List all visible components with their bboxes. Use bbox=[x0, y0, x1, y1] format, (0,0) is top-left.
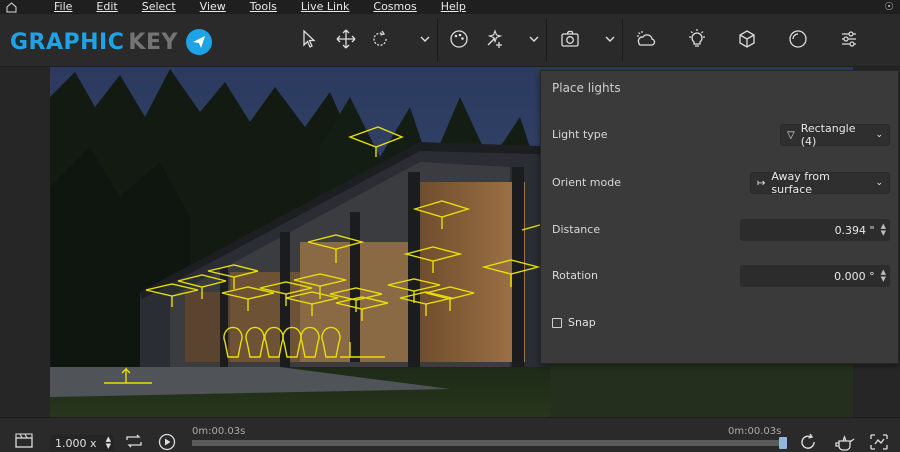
toolbar-divider bbox=[546, 18, 547, 62]
teapot-icon[interactable] bbox=[834, 432, 856, 452]
left-side-panel bbox=[0, 67, 50, 417]
speed-spinner[interactable]: ▲ ▼ bbox=[106, 436, 111, 450]
light-type-label: Light type bbox=[552, 128, 608, 141]
menu-edit[interactable]: Edit bbox=[84, 0, 129, 14]
rotation-label: Rotation bbox=[552, 269, 599, 282]
material-palette-icon[interactable] bbox=[444, 24, 474, 54]
move-icon[interactable] bbox=[331, 24, 361, 54]
rotation-spinner[interactable]: ▲ ▼ bbox=[881, 269, 886, 283]
menu-tools[interactable]: Tools bbox=[238, 0, 289, 14]
rotation-input[interactable]: 0.000 ° ▲ ▼ bbox=[740, 265, 890, 287]
snap-checkbox-row[interactable]: Snap bbox=[552, 316, 596, 329]
watermark-logo: GRAPHIC KEY bbox=[10, 28, 212, 56]
cube-icon[interactable] bbox=[732, 24, 762, 54]
chevron-down-icon: ⌄ bbox=[875, 130, 883, 140]
timeline-bar: 1.000 x ▲ ▼ 0m:00.03s 0m:00.03s bbox=[0, 417, 900, 451]
toolbar-divider bbox=[437, 18, 438, 62]
distance-input[interactable]: 0.394 " ▲ ▼ bbox=[740, 219, 890, 241]
sliders-icon[interactable] bbox=[834, 24, 864, 54]
orient-arrow-icon: ↦ bbox=[757, 177, 766, 189]
rotation-value: 0.000 ° bbox=[834, 269, 875, 283]
playback-speed-field[interactable]: 1.000 x ▲ ▼ bbox=[50, 435, 114, 451]
funnel-icon: ▽ bbox=[787, 129, 795, 141]
toolbar-divider bbox=[622, 18, 623, 62]
snap-label: Snap bbox=[568, 316, 596, 329]
distance-value: 0.394 " bbox=[834, 223, 875, 237]
menu-live-link[interactable]: Live Link bbox=[289, 0, 362, 14]
light-type-dropdown[interactable]: ▽ Rectangle (4) ⌄ bbox=[780, 122, 890, 148]
menu-select[interactable]: Select bbox=[130, 0, 188, 14]
paper-plane-icon bbox=[185, 29, 212, 55]
logo-text-key: KEY bbox=[128, 29, 178, 55]
timeline-start-time: 0m:00.03s bbox=[192, 426, 246, 437]
camera-icon[interactable] bbox=[555, 24, 585, 54]
chevron-down-icon[interactable] bbox=[519, 24, 549, 54]
select-arrow-icon[interactable] bbox=[294, 24, 324, 54]
camera-path-icon[interactable] bbox=[868, 432, 890, 452]
timeline-playhead[interactable] bbox=[779, 437, 788, 449]
lighting-env-icon[interactable] bbox=[630, 24, 660, 54]
light-bulb-icon[interactable] bbox=[682, 24, 712, 54]
snap-checkbox[interactable] bbox=[552, 317, 562, 328]
place-lights-panel: Place lights Light type ▽ Rectangle (4) … bbox=[540, 70, 899, 364]
circle-icon[interactable] bbox=[783, 24, 813, 54]
orient-mode-label: Orient mode bbox=[552, 176, 621, 189]
menu-help[interactable]: Help bbox=[429, 0, 478, 14]
menu-cosmos[interactable]: Cosmos bbox=[361, 0, 428, 14]
menu-file[interactable]: File bbox=[42, 0, 84, 14]
logo-text-graphic: GRAPHIC bbox=[10, 29, 125, 55]
menu-bar: File Edit Select View Tools Live Link Co… bbox=[0, 0, 900, 14]
rotate-icon[interactable] bbox=[365, 24, 395, 54]
home-icon[interactable] bbox=[0, 0, 22, 14]
panel-title: Place lights bbox=[552, 81, 621, 95]
clapperboard-icon[interactable] bbox=[14, 432, 34, 448]
timeline-track[interactable] bbox=[192, 437, 788, 449]
chevron-down-icon: ⌄ bbox=[875, 178, 883, 188]
playback-speed-value: 1.000 x bbox=[55, 436, 97, 450]
play-icon[interactable] bbox=[158, 433, 176, 451]
loop-icon[interactable] bbox=[124, 434, 144, 448]
refresh-icon[interactable] bbox=[798, 432, 818, 452]
menu-view[interactable]: View bbox=[188, 0, 238, 14]
toolbar: GRAPHIC KEY bbox=[0, 14, 900, 67]
chevron-down-icon[interactable] bbox=[410, 24, 440, 54]
distance-label: Distance bbox=[552, 223, 601, 236]
orient-mode-value: Away from surface bbox=[771, 170, 830, 196]
chevron-down-icon[interactable] bbox=[595, 24, 625, 54]
light-type-value: Rectangle (4) bbox=[800, 122, 856, 148]
timeline-progress bbox=[192, 440, 784, 446]
orient-mode-dropdown[interactable]: ↦ Away from surface ⌄ bbox=[750, 170, 890, 196]
add-material-icon[interactable] bbox=[479, 24, 509, 54]
distance-spinner[interactable]: ▲ ▼ bbox=[881, 223, 886, 237]
pin-icon[interactable]: ☉ bbox=[884, 0, 894, 13]
timeline-end-time: 0m:00.03s bbox=[728, 426, 782, 437]
